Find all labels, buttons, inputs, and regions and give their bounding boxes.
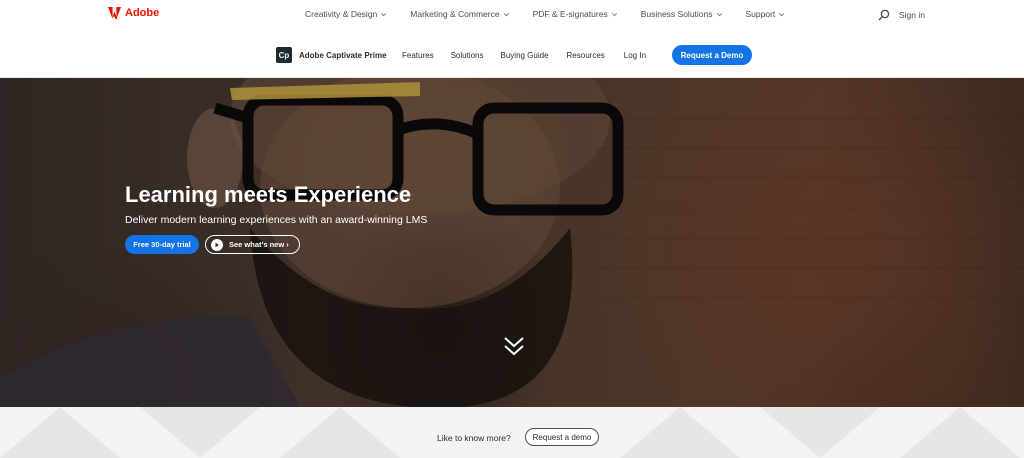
gnav-item-label: Business Solutions <box>640 9 713 19</box>
nav-link-resources[interactable]: Resources <box>567 51 605 60</box>
gnav-item-pdf-esignatures[interactable]: PDF & E-signatures <box>533 9 618 19</box>
see-whats-new-button[interactable]: See what’s new › <box>205 235 300 254</box>
chevron-down-icon <box>611 12 617 16</box>
nav-link-log-in[interactable]: Log In <box>624 51 646 60</box>
chevron-down-icon <box>716 12 722 16</box>
free-trial-button[interactable]: Free 30-day trial <box>125 235 199 254</box>
hero-subtitle: Deliver modern learning experiences with… <box>125 214 428 226</box>
adobe-logo[interactable]: Adobe <box>108 7 159 19</box>
product-name[interactable]: Adobe Captivate Prime <box>299 51 387 60</box>
play-icon <box>211 238 223 251</box>
gnav-item-label: PDF & E-signatures <box>532 9 608 19</box>
sign-in-link[interactable]: Sign in <box>899 10 925 20</box>
captivate-prime-icon: Cp <box>276 47 292 63</box>
gnav-item-support[interactable]: Support <box>746 9 786 19</box>
chevron-down-icon <box>381 12 387 16</box>
see-whats-new-label: See what’s new › <box>229 240 289 249</box>
global-nav: Adobe Creativity & Design Marketing & Co… <box>0 0 1024 30</box>
product-menu: Features Solutions Buying Guide Resource… <box>402 51 646 60</box>
global-menu: Creativity & Design Marketing & Commerce… <box>305 9 785 19</box>
contact-strip: Like to know more? Request a demo <box>0 407 1024 458</box>
request-demo-outline-button[interactable]: Request a demo <box>525 428 599 446</box>
gnav-item-business-solutions[interactable]: Business Solutions <box>641 9 723 19</box>
nav-link-buying-guide[interactable]: Buying Guide <box>501 51 549 60</box>
gnav-item-creativity-design[interactable]: Creativity & Design <box>305 9 387 19</box>
gnav-item-label: Marketing & Commerce <box>410 9 500 19</box>
contact-prompt: Like to know more? <box>437 433 511 443</box>
gnav-item-label: Support <box>745 9 776 19</box>
chevron-down-icon <box>503 12 509 16</box>
hero-banner: Learning meets Experience Deliver modern… <box>0 78 1024 407</box>
request-demo-button[interactable]: Request a Demo <box>672 45 752 65</box>
nav-link-features[interactable]: Features <box>402 51 434 60</box>
adobe-logo-text: Adobe <box>125 7 160 19</box>
nav-link-solutions[interactable]: Solutions <box>451 51 484 60</box>
double-chevron-down-icon[interactable] <box>503 335 525 357</box>
hero-title: Learning meets Experience <box>125 182 412 207</box>
gnav-item-marketing-commerce[interactable]: Marketing & Commerce <box>410 9 509 19</box>
product-nav: Cp Adobe Captivate Prime Features Soluti… <box>0 30 1024 78</box>
contact-strip-pattern <box>0 407 1020 458</box>
search-icon[interactable] <box>878 9 890 21</box>
adobe-logo-icon <box>108 7 121 19</box>
chevron-down-icon <box>779 12 785 16</box>
gnav-item-label: Creativity & Design <box>305 9 378 19</box>
